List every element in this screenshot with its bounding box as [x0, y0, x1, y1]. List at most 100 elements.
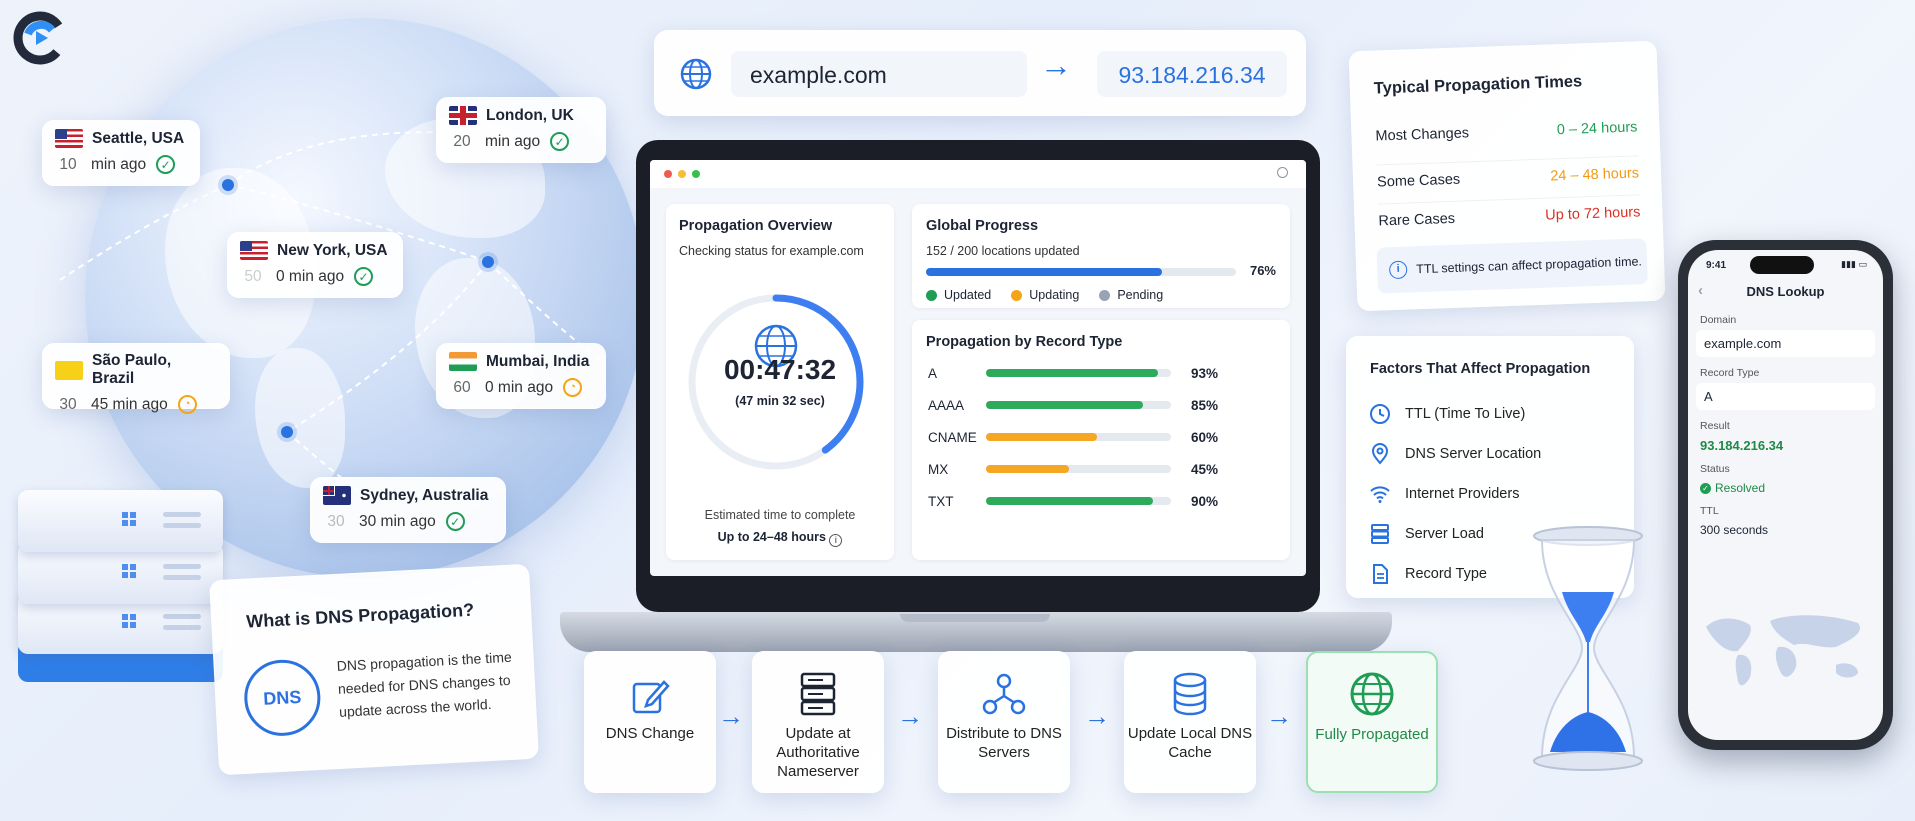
hourglass-icon: [1533, 526, 1643, 771]
record-type-fill: [985, 497, 1153, 505]
countdown-timer: 00:47:32: [723, 354, 837, 385]
brazil-flag-icon: [55, 360, 83, 380]
typical-row: Rare Cases Up to 72 hours: [1378, 204, 1641, 230]
location-card-mumbai[interactable]: Mumbai, India 60 0 min ago ◔: [436, 343, 606, 409]
network-nodes-icon: [982, 673, 1026, 715]
check-icon: ✓: [354, 267, 374, 286]
uk-flag-icon: [449, 106, 477, 125]
factor-item: Server Load: [1369, 523, 1541, 545]
laptop-base: [560, 612, 1392, 652]
status-bar: 9:41 ▮▮▮ ▭: [1688, 250, 1883, 276]
record-type-row: MX 45%: [928, 461, 1218, 477]
legend-dot-updated: [926, 289, 937, 301]
location-dot: [222, 179, 234, 191]
record-type-fill: [985, 433, 1097, 441]
record-type-bar: [985, 497, 1172, 505]
what-is-title: What is DNS Propagation?: [245, 599, 475, 632]
record-type-row: AAAA 85%: [928, 397, 1218, 413]
record-type-fill: [985, 401, 1144, 409]
global-progress-bar: [926, 268, 1236, 276]
world-map-icon: [1706, 615, 1860, 686]
back-icon[interactable]: ‹: [1698, 282, 1703, 299]
server-icon: [1371, 524, 1389, 544]
database-icon: [1173, 672, 1207, 716]
record-type-row: A 93%: [928, 365, 1218, 381]
info-icon[interactable]: i: [829, 534, 843, 547]
phone-record-type-field[interactable]: A: [1696, 383, 1875, 410]
phone-result: 93.184.216.34: [1700, 438, 1784, 453]
record-type-fill: [985, 369, 1159, 377]
minimize-dot[interactable]: [678, 170, 686, 178]
phone-screen: 9:41 ▮▮▮ ▭ ‹ DNS Lookup Domain example.com…: [1688, 250, 1883, 740]
dynamic-island: [1750, 256, 1814, 274]
phone-status: ✓ Resolved: [1700, 481, 1883, 495]
legend-dot-updating: [1011, 289, 1023, 301]
location-card-seattle[interactable]: Seattle, USA 10 min ago ✓: [42, 120, 200, 186]
factor-item: Record Type: [1369, 563, 1541, 585]
location-pin-icon: [1371, 443, 1389, 465]
record-type-bar: [985, 433, 1172, 441]
dns-globe-icon: DNS: [242, 657, 323, 738]
what-is-body: DNS propagation is the time needed for D…: [336, 648, 513, 720]
check-icon: ✓: [550, 132, 570, 151]
check-icon: ✓: [445, 512, 465, 531]
ttl-note: i TTL settings can affect propagation tim…: [1376, 238, 1648, 294]
edit-icon: [632, 680, 670, 714]
record-type-row: TXT 90%: [928, 493, 1218, 509]
domain-input[interactable]: example.com: [731, 51, 1027, 97]
location-dot: [482, 256, 494, 268]
close-dot[interactable]: [664, 170, 672, 178]
globe-icon: [1350, 672, 1394, 716]
check-icon: ✓: [156, 155, 176, 174]
factor-item: DNS Server Location: [1369, 443, 1541, 465]
location-card-sao-paulo[interactable]: São Paulo, Brazil 30 45 min ago ◔: [42, 343, 230, 414]
wifi-icon: [1370, 486, 1390, 503]
india-flag-icon: [449, 352, 477, 371]
settings-icon[interactable]: [1277, 167, 1288, 178]
step-fully-propagated[interactable]: Fully Propagated: [1306, 651, 1438, 793]
location-card-london[interactable]: London, UK 20 min ago ✓: [436, 97, 606, 163]
clock-icon: [1370, 404, 1390, 424]
window-titlebar: [650, 160, 1306, 188]
global-progress-panel: Global Progress 152 / 200 locations upda…: [912, 204, 1290, 308]
lookup-bar: example.com → 93.184.216.34: [654, 30, 1306, 116]
server-unit: [18, 490, 223, 552]
clock-pending-icon: ◔: [177, 395, 197, 414]
step-distribute[interactable]: Distribute to DNS Servers: [938, 651, 1070, 793]
maximize-dot[interactable]: [692, 170, 700, 178]
dashboard-screen: Propagation Overview Checking status for…: [650, 160, 1306, 576]
arrow-right-icon: →: [1084, 701, 1110, 731]
server-stack-icon: [800, 672, 836, 716]
clock-pending-icon: ◔: [563, 378, 583, 397]
ip-result: 93.184.216.34: [1097, 51, 1287, 97]
legend-dot-pending: [1099, 289, 1111, 301]
us-flag-icon: [240, 241, 268, 260]
factor-item: Internet Providers: [1369, 483, 1541, 505]
globe-icon: [680, 58, 712, 90]
record-type-fill: [985, 465, 1070, 473]
what-is-dns-card: What is DNS Propagation? DNS DNS propaga…: [209, 563, 539, 776]
record-type-row: CNAME 60%: [928, 429, 1218, 445]
record-type-panel: Propagation by Record Type A 93% AAAA 85% CN…: [912, 320, 1290, 560]
arrow-right-icon: →: [1266, 701, 1292, 731]
location-card-sydney[interactable]: Sydney, Australia 30 30 min ago ✓: [310, 477, 506, 543]
record-type-bar: [985, 465, 1172, 473]
check-icon: ✓: [1700, 482, 1711, 494]
factor-item: TTL (Time To Live): [1369, 403, 1541, 425]
record-type-bar: [985, 401, 1172, 409]
battery-icon: ▮▮▮ ▭: [1841, 259, 1867, 269]
arrow-right-icon: →: [718, 701, 744, 731]
step-dns-change[interactable]: DNS Change: [584, 651, 716, 793]
location-dot: [281, 426, 293, 438]
typical-times-card: Typical Propagation Times Most Changes 0 …: [1348, 40, 1666, 312]
arrow-right-icon: →: [897, 701, 923, 731]
phone-domain-field[interactable]: example.com: [1696, 330, 1875, 357]
location-card-new-york[interactable]: New York, USA 50 0 min ago ✓: [227, 232, 403, 298]
us-flag-icon: [55, 129, 83, 148]
record-type-bar: [985, 369, 1172, 377]
propagation-overview-panel: Propagation Overview Checking status for…: [666, 204, 894, 560]
australia-flag-icon: [323, 486, 351, 505]
step-authoritative[interactable]: Update at Authoritative Nameserver: [752, 651, 884, 793]
step-local-cache[interactable]: Update Local DNS Cache: [1124, 651, 1256, 793]
arrow-right-icon: →: [1040, 47, 1072, 83]
